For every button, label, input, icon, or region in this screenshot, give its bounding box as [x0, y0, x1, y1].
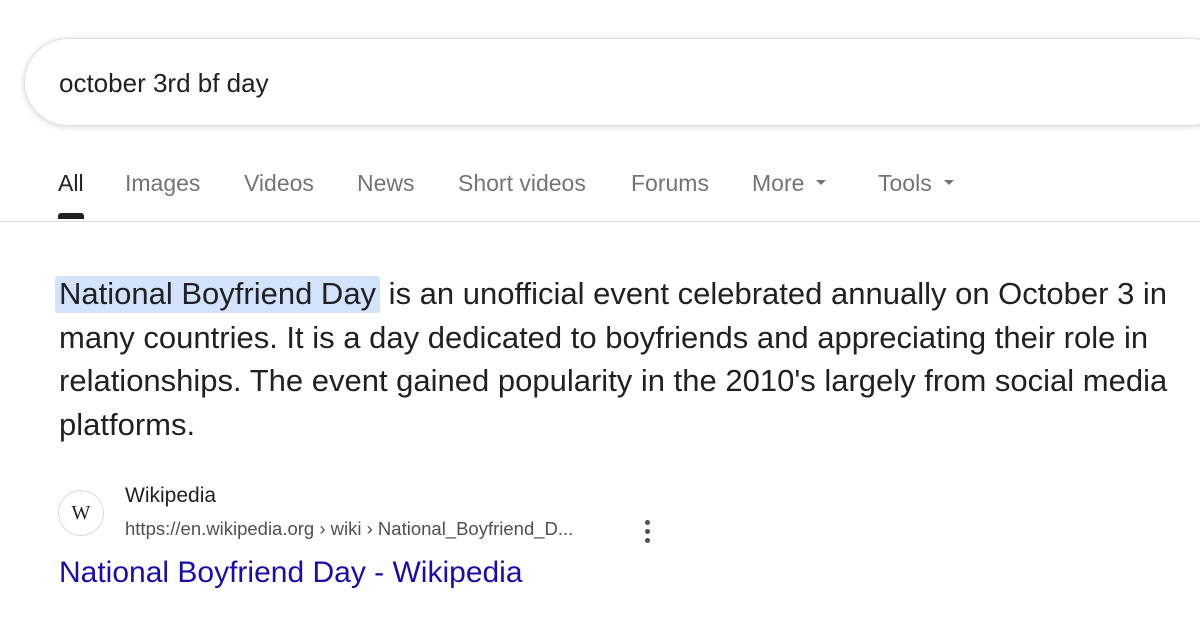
tab-short-videos[interactable]: Short videos	[458, 170, 586, 197]
tab-label: More	[752, 170, 805, 196]
favicon-letter: W	[71, 501, 91, 524]
search-results-page: All Images Videos News Short videos Foru…	[0, 0, 1200, 625]
tab-label: Images	[125, 170, 201, 196]
tab-forums[interactable]: Forums	[631, 170, 709, 197]
tab-label: Forums	[631, 170, 709, 196]
tab-label: Tools	[878, 170, 932, 196]
tab-label: Videos	[244, 170, 314, 196]
tab-label: News	[357, 170, 415, 196]
tab-tools[interactable]: Tools	[878, 170, 954, 197]
tab-label: Short videos	[458, 170, 586, 196]
search-input[interactable]	[59, 65, 1059, 101]
tab-all[interactable]: All	[58, 170, 84, 197]
search-bar[interactable]	[24, 38, 1200, 126]
source-url[interactable]: https://en.wikipedia.org › wiki › Nation…	[125, 518, 573, 540]
chevron-down-icon	[816, 180, 827, 186]
more-vert-icon[interactable]	[636, 516, 658, 546]
tab-images[interactable]: Images	[125, 170, 200, 197]
tab-label: All	[58, 170, 84, 196]
chevron-down-icon	[943, 180, 954, 186]
tab-videos[interactable]: Videos	[244, 170, 314, 197]
source-name[interactable]: Wikipedia	[125, 484, 216, 508]
featured-snippet: National Boyfriend Day is an unofficial …	[55, 272, 1179, 446]
active-tab-indicator	[58, 213, 84, 219]
result-title-link[interactable]: National Boyfriend Day - Wikipedia	[59, 556, 523, 590]
search-tabs: All Images Videos News Short videos Foru…	[0, 150, 1200, 222]
wikipedia-favicon-icon[interactable]: W	[58, 490, 104, 536]
tab-news[interactable]: News	[357, 170, 415, 197]
tab-more[interactable]: More	[752, 170, 827, 197]
snippet-highlight: National Boyfriend Day	[55, 276, 381, 313]
